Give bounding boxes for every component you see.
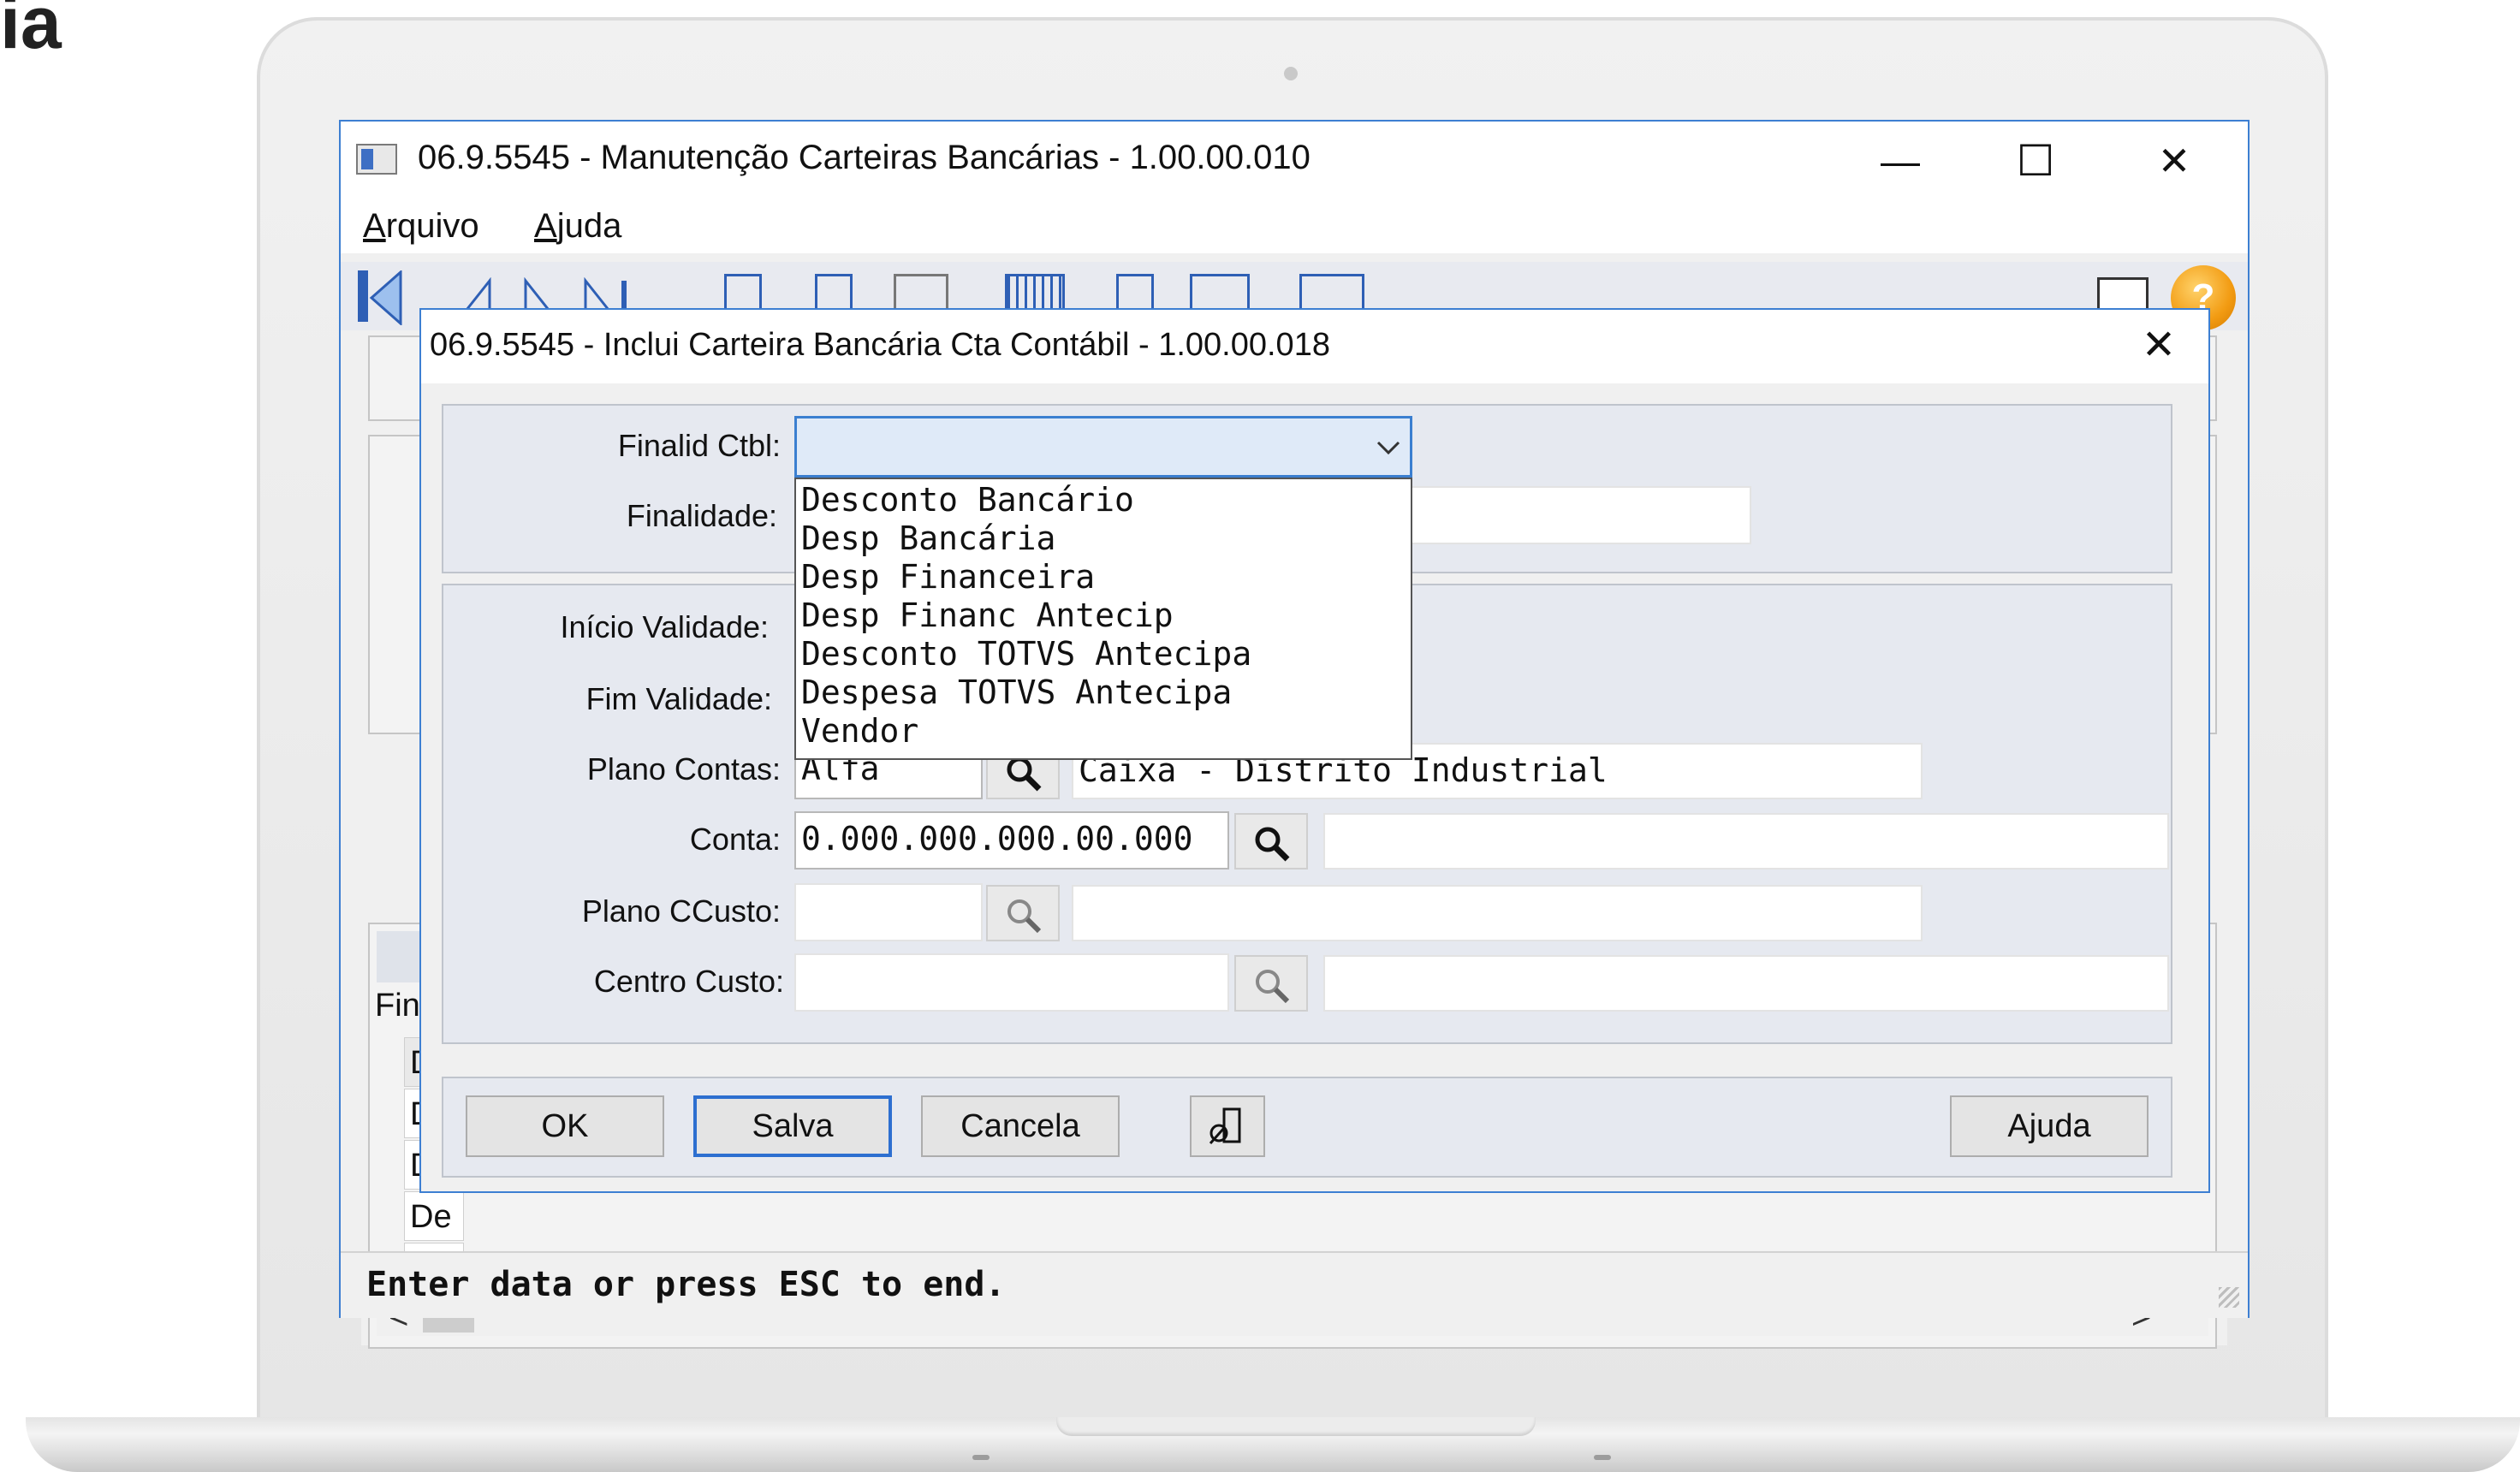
- status-bar: Enter data or press ESC to end.: [341, 1251, 2248, 1318]
- dropdown-option[interactable]: Desp Bancária: [801, 519, 1055, 557]
- first-record-icon[interactable]: [368, 270, 402, 325]
- ajuda-button[interactable]: Ajuda: [1950, 1095, 2149, 1157]
- conta-description: [1323, 813, 2169, 870]
- finalid-ctbl-label: Finalid Ctbl:: [617, 428, 781, 463]
- dropdown-option[interactable]: Desp Financeira: [801, 558, 1095, 596]
- tools-icon: [1209, 1107, 1241, 1144]
- chevron-down-icon: [1376, 441, 1400, 455]
- close-button[interactable]: ✕: [2140, 127, 2208, 195]
- search-icon: [1007, 899, 1042, 934]
- finalidade-label: Finalidade:: [626, 498, 777, 533]
- centro-custo-label: Centro Custo:: [593, 964, 784, 999]
- include-dialog: 06.9.5545 - Inclui Carteira Bancária Cta…: [419, 308, 2210, 1193]
- page-heading-fragment: ia: [0, 0, 62, 64]
- tools-button[interactable]: [1190, 1095, 1265, 1157]
- laptop-camera: [1284, 67, 1298, 80]
- dropdown-option[interactable]: Desp Financ Antecip: [801, 597, 1174, 634]
- plano-ccusto-field[interactable]: [794, 883, 983, 941]
- cancela-button[interactable]: Cancela: [921, 1095, 1120, 1157]
- fim-validade-label: Fim Validade:: [585, 681, 772, 716]
- dropdown-option[interactable]: Vendor: [801, 712, 918, 750]
- table-row[interactable]: De: [404, 1191, 464, 1241]
- laptop-foot: [972, 1455, 990, 1460]
- search-icon: [1256, 970, 1290, 1004]
- menu-ajuda[interactable]: Ajuda: [534, 207, 621, 246]
- conta-label: Conta:: [689, 822, 781, 857]
- ok-button[interactable]: OK: [466, 1095, 664, 1157]
- dropdown-option[interactable]: Despesa TOTVS Antecipa: [801, 674, 1232, 711]
- first-record-bar: [358, 270, 368, 322]
- plano-contas-label: Plano Contas:: [586, 751, 781, 786]
- finalid-ctbl-select[interactable]: [794, 416, 1412, 478]
- plano-ccusto-label: Plano CCusto:: [581, 893, 781, 929]
- centro-custo-description: [1323, 955, 2169, 1012]
- finalidade-field[interactable]: [1409, 486, 1751, 544]
- dropdown-option[interactable]: Desconto Bancário: [801, 481, 1134, 519]
- window-titlebar: 06.9.5545 - Manutenção Carteiras Bancári…: [341, 122, 2248, 199]
- conta-search-button[interactable]: [1234, 813, 1308, 870]
- window-title: 06.9.5545 - Manutenção Carteiras Bancári…: [418, 139, 1311, 176]
- conta-field[interactable]: 0.000.000.000.00.000: [794, 811, 1229, 870]
- plano-ccusto-description: [1072, 885, 1923, 941]
- dialog-title: 06.9.5545 - Inclui Carteira Bancária Cta…: [430, 327, 1330, 363]
- inicio-validade-label: Início Validade:: [560, 609, 770, 644]
- app-icon: [356, 144, 397, 175]
- plano-ccusto-search-button[interactable]: [986, 885, 1060, 941]
- laptop-foot: [1594, 1455, 1611, 1460]
- centro-custo-search-button[interactable]: [1234, 955, 1308, 1012]
- finalid-ctbl-dropdown: Desconto Bancário Desp Bancária Desp Fin…: [794, 478, 1412, 760]
- maximize-button[interactable]: ☐: [2001, 127, 2070, 195]
- dialog-close-button[interactable]: ✕: [2126, 313, 2191, 378]
- dropdown-option[interactable]: Desconto TOTVS Antecipa: [801, 635, 1251, 673]
- grid-column-header: Fin: [375, 988, 420, 1024]
- salva-button[interactable]: Salva: [693, 1095, 892, 1157]
- search-icon: [1007, 757, 1042, 792]
- status-text: Enter data or press ESC to end.: [366, 1265, 1006, 1304]
- laptop-notch: [1056, 1417, 1536, 1436]
- menu-bar: Arquivo Ajuda: [341, 199, 2248, 253]
- resize-grip[interactable]: [2219, 1287, 2239, 1308]
- search-icon: [1255, 827, 1290, 862]
- minimize-button[interactable]: —: [1866, 127, 1935, 195]
- centro-custo-field[interactable]: [794, 953, 1229, 1012]
- menu-arquivo[interactable]: Arquivo: [363, 207, 479, 246]
- dialog-titlebar: 06.9.5545 - Inclui Carteira Bancária Cta…: [421, 310, 2208, 383]
